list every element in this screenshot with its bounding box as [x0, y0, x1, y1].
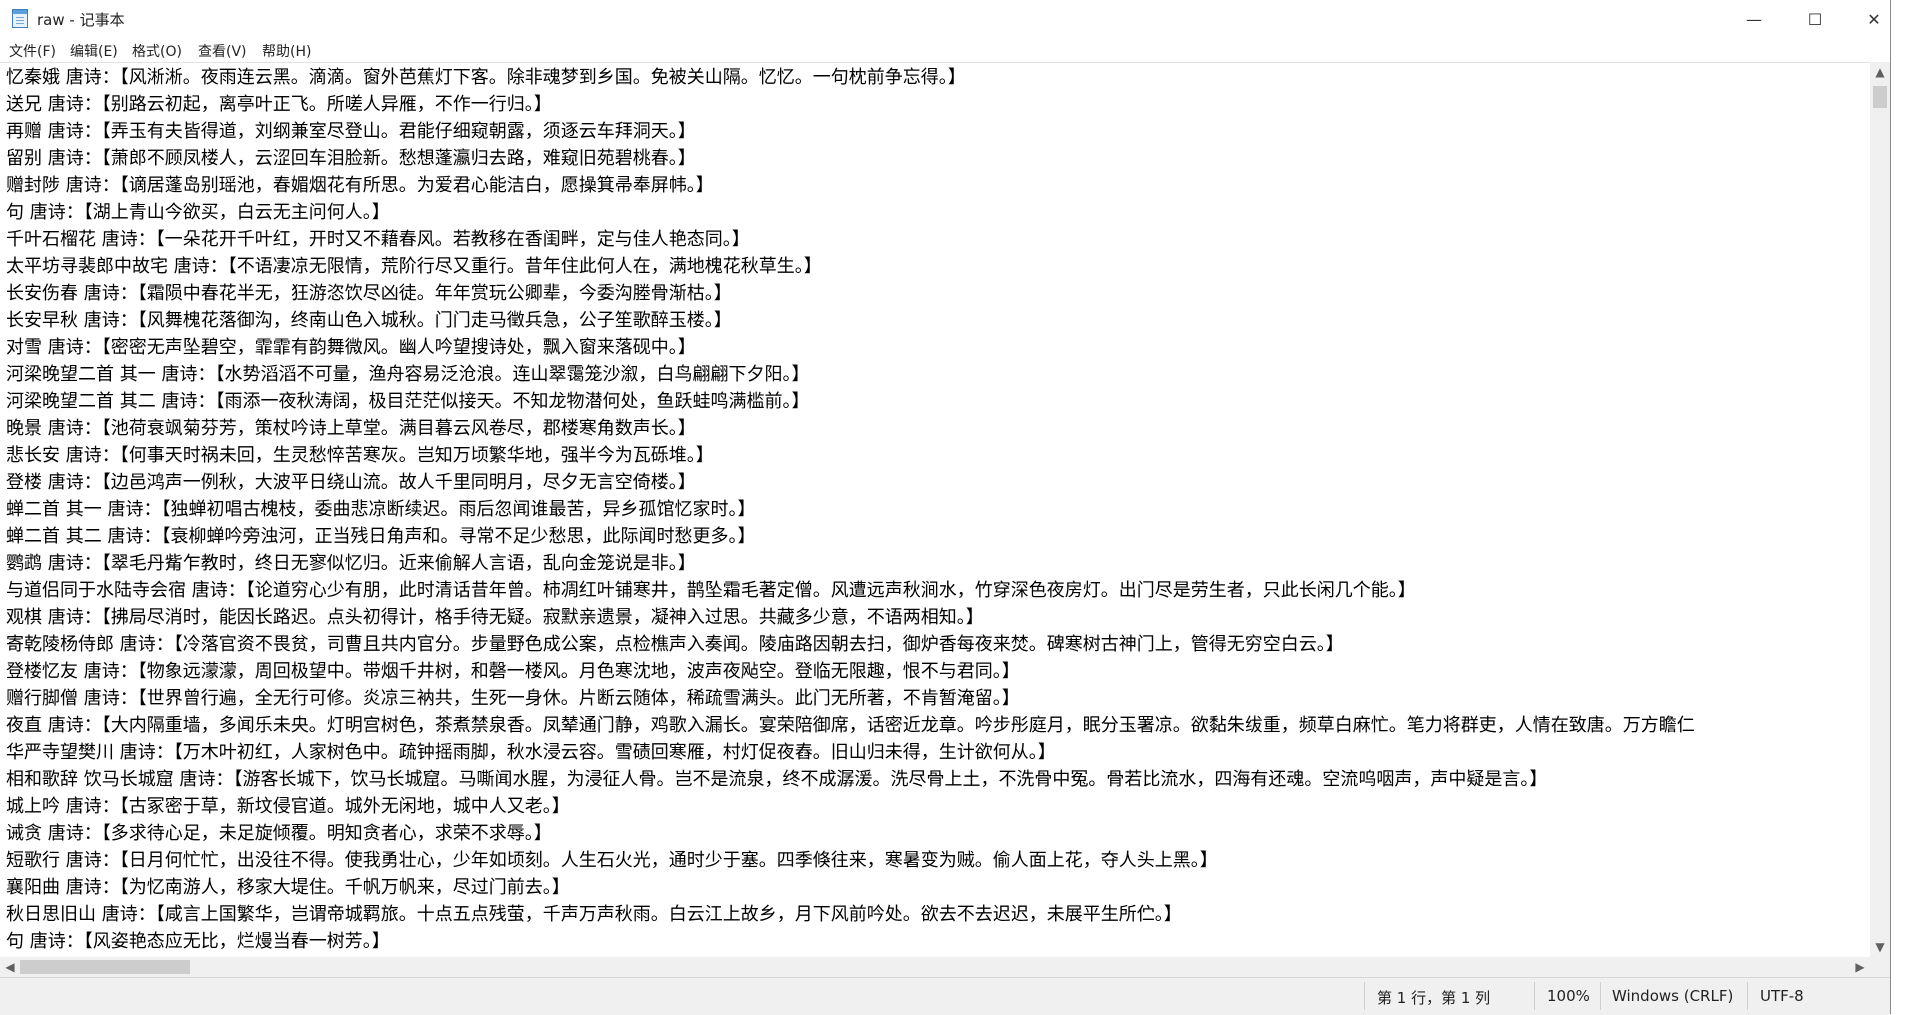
scrollbar-corner	[1870, 957, 1890, 977]
text-line: 长安伤春 唐诗：【霜陨中春花半无，狂游恣饮尽凶徒。年年赏玩公卿辈，今委沟塍骨渐枯…	[6, 283, 732, 304]
text-line: 华严寺望樊川 唐诗：【万木叶初红，人家树色中。疏钟摇雨脚，秋水浸云容。雪碛回寒雁…	[6, 742, 1056, 763]
text-line: 河梁晚望二首 其二 唐诗：【雨添一夜秋涛阔，极目茫茫似接天。不知龙物潜何处，鱼跃…	[6, 391, 810, 412]
text-line: 对雪 唐诗：【密密无声坠碧空，霏霏有韵舞微风。幽人吟望搜诗处，飘入窗来落砚中。】	[6, 337, 696, 358]
text-line: 登楼忆友 唐诗：【物象远濛濛，周回极望中。带烟千井树，和磬一楼风。月色寒沈地，波…	[6, 661, 1020, 682]
menu-edit[interactable]: 编辑(E)	[70, 41, 118, 61]
cursor-position: 第 1 行，第 1 列	[1377, 989, 1491, 1007]
menu-help[interactable]: 帮助(H)	[262, 41, 311, 61]
text-line: 观棋 唐诗：【拂局尽消时，能因长路迟。点头初得计，格手待无疑。寂默亲遗景，凝神入…	[6, 607, 984, 628]
menu-view[interactable]: 查看(V)	[198, 41, 247, 61]
text-line: 短歌行 唐诗：【日月何忙忙，出没往不得。使我勇壮心，少年如顷刻。人生石火光，通时…	[6, 850, 1218, 871]
text-line: 句 唐诗：【湖上青山今欲买，白云无主问何人。】	[6, 202, 390, 223]
line-ending: Windows (CRLF)	[1612, 987, 1734, 1005]
text-line: 河梁晚望二首 其一 唐诗：【水势滔滔不可量，渔舟容易泛沧浪。连山翠霭笼沙溆，白鸟…	[6, 364, 810, 385]
text-line: 鹦鹉 唐诗：【翠毛丹觜乍教时，终日无寥似忆归。近来偷解人言语，乱向金笼说是非。】	[6, 553, 696, 574]
text-editor[interactable]: 忆秦娥 唐诗：【风淅淅。夜雨连云黑。滴滴。窗外芭蕉灯下客。除非魂梦到乡国。免被关…	[0, 62, 1870, 958]
maximize-button[interactable]: ☐	[1786, 0, 1844, 38]
text-line: 登楼 唐诗：【边邑鸿声一例秋，大波平日绕山流。故人千里同明月，尽夕无言空倚楼。】	[6, 472, 696, 493]
text-line: 赠行脚僧 唐诗：【世界曾行遍，全无行可修。炎凉三衲共，生死一身休。片断云随体，稀…	[6, 688, 1020, 709]
text-line: 蝉二首 其一 唐诗：【独蝉初唱古槐枝，委曲悲凉断续迟。雨后忽闻谁最苦，异乡孤馆忆…	[6, 499, 756, 520]
text-line: 千叶石榴花 唐诗：【一朵花开千叶红，开时又不藉春风。若教移在香闺畔，定与佳人艳态…	[6, 229, 750, 250]
text-line: 夜直 唐诗：【大内隔重墙，多闻乐未央。灯明宫树色，茶煮禁泉香。凤辇通门静，鸡歌入…	[6, 715, 1695, 736]
status-divider	[1364, 982, 1365, 1010]
notepad-window: raw - 记事本 — ☐ ✕ 文件(F) 编辑(E) 格式(O) 查看(V) …	[0, 0, 1891, 1015]
text-line: 相和歌辞 饮马长城窟 唐诗：【游客长城下，饮马长城窟。马嘶闻水腥，为浸征人骨。岂…	[6, 769, 1548, 790]
text-line: 留别 唐诗：【萧郎不顾凤楼人，云涩回车泪脸新。愁想蓬瀛归去路，难窥旧苑碧桃春。】	[6, 148, 696, 169]
horizontal-scroll-thumb[interactable]	[20, 960, 190, 974]
scroll-up-arrow-icon[interactable]: ▲	[1870, 62, 1890, 82]
status-divider	[1747, 982, 1748, 1010]
minimize-button[interactable]: —	[1725, 0, 1783, 38]
text-line: 寄乾陵杨侍郎 唐诗：【冷落官资不畏贫，司曹且共内官分。步量野色成公案，点检樵声入…	[6, 634, 1344, 655]
text-line: 诫贪 唐诗：【多求待心足，未足旋倾覆。明知贪者心，求荣不求辱。】	[6, 823, 552, 844]
text-line: 长安早秋 唐诗：【风舞槐花落御沟，终南山色入城秋。门门走马徵兵急，公子笙歌醉玉楼…	[6, 310, 732, 331]
status-bar: 第 1 行，第 1 列 100% Windows (CRLF) UTF-8	[0, 977, 1890, 1015]
menu-bar: 文件(F) 编辑(E) 格式(O) 查看(V) 帮助(H)	[0, 38, 1890, 62]
text-line: 忆秦娥 唐诗：【风淅淅。夜雨连云黑。滴滴。窗外芭蕉灯下客。除非魂梦到乡国。免被关…	[6, 67, 966, 88]
text-line: 与道侣同于水陆寺会宿 唐诗：【论道穷心少有朋，此时清话昔年曾。柿凋红叶铺寒井，鹊…	[6, 580, 1416, 601]
text-line: 悲长安 唐诗：【何事天时祸未回，生灵愁悴苦寒灰。岂知万顷繁华地，强半今为瓦砾堆。…	[6, 445, 714, 466]
scroll-left-arrow-icon[interactable]: ◀	[0, 957, 20, 977]
zoom-level: 100%	[1547, 987, 1590, 1005]
text-line: 晚景 唐诗：【池荷衰飒菊芬芳，策杖吟诗上草堂。满目暮云风卷尽，郡楼寒角数声长。】	[6, 418, 696, 439]
status-divider	[1534, 982, 1535, 1010]
status-divider	[1600, 982, 1601, 1010]
encoding: UTF-8	[1760, 987, 1804, 1005]
text-line: 句 唐诗：【风姿艳态应无比，烂熳当春一树芳。】	[6, 931, 390, 952]
text-line: 襄阳曲 唐诗：【为忆南游人，移家大堤住。千帆万帆来，尽过门前去。】	[6, 877, 570, 898]
vertical-scroll-thumb[interactable]	[1873, 86, 1887, 108]
close-button[interactable]: ✕	[1845, 0, 1903, 38]
text-line: 赠封陟 唐诗：【谪居蓬岛别瑶池，春媚烟花有所思。为爱君心能洁白，愿操箕帚奉屏帏。…	[6, 175, 714, 196]
menu-format[interactable]: 格式(O)	[132, 41, 182, 61]
window-title: raw - 记事本	[37, 11, 125, 29]
text-line: 城上吟 唐诗：【古冢密于草，新坟侵官道。城外无闲地，城中人又老。】	[6, 796, 570, 817]
title-bar[interactable]: raw - 记事本 — ☐ ✕	[0, 0, 1890, 38]
text-line: 送兄 唐诗：【别路云初起，离亭叶正飞。所嗟人异雁，不作一行归。】	[6, 94, 552, 115]
notepad-icon	[12, 9, 28, 28]
text-line: 秋日思旧山 唐诗：【咸言上国繁华，岂谓帝城羁旅。十点五点残萤，千声万声秋雨。白云…	[6, 904, 1182, 925]
text-line: 再赠 唐诗：【弄玉有夫皆得道，刘纲兼室尽登山。君能仔细窥朝露，须逐云车拜洞天。】	[6, 121, 696, 142]
horizontal-scrollbar[interactable]: ◀ ▶	[0, 957, 1870, 977]
text-line: 太平坊寻裴郎中故宅 唐诗：【不语凄凉无限情，荒阶行尽又重行。昔年住此何人在，满地…	[6, 256, 822, 277]
scroll-right-arrow-icon[interactable]: ▶	[1850, 957, 1870, 977]
scroll-down-arrow-icon[interactable]: ▼	[1870, 937, 1890, 957]
vertical-scrollbar[interactable]: ▲ ▼	[1870, 62, 1890, 957]
text-line: 蝉二首 其二 唐诗：【衰柳蝉吟旁浊河，正当残日角声和。寻常不足少愁思，此际闻时愁…	[6, 526, 756, 547]
menu-file[interactable]: 文件(F)	[9, 41, 56, 61]
